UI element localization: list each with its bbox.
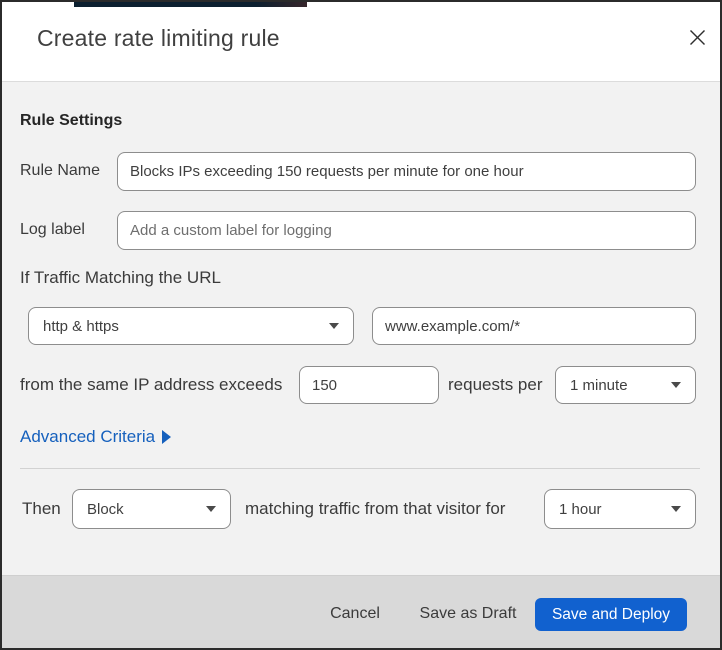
advanced-criteria-link[interactable]: Advanced Criteria [20, 427, 172, 447]
save-and-deploy-button[interactable]: Save and Deploy [535, 598, 687, 631]
duration-selected-value: 1 hour [559, 500, 602, 518]
threshold-suffix-text: requests per [448, 375, 543, 394]
advanced-criteria-label: Advanced Criteria [20, 427, 156, 446]
url-pattern-input[interactable] [372, 307, 696, 345]
then-middle-text: matching traffic from that visitor for [245, 499, 506, 518]
rule-name-label: Rule Name [20, 162, 101, 179]
expand-right-icon [162, 430, 172, 444]
threshold-prefix-text: from the same IP address exceeds [20, 375, 283, 394]
action-selected-value: Block [87, 500, 124, 518]
log-label-input[interactable] [117, 211, 696, 250]
cancel-button[interactable]: Cancel [310, 602, 400, 626]
rule-settings-heading: Rule Settings [20, 112, 123, 129]
chevron-down-icon [206, 506, 216, 512]
scheme-select[interactable]: http & https [28, 307, 354, 345]
duration-select[interactable]: 1 hour [544, 489, 696, 529]
dialog-title: Create rate limiting rule [37, 25, 280, 51]
create-rate-limiting-rule-dialog: Create rate limiting rule Rule Settings … [0, 0, 722, 650]
close-icon[interactable] [683, 23, 711, 51]
section-divider [20, 468, 700, 469]
chevron-down-icon [671, 382, 681, 388]
request-count-input[interactable] [299, 366, 439, 404]
chevron-down-icon [329, 323, 339, 329]
dialog-header: Create rate limiting rule [2, 2, 720, 81]
then-label: Then [22, 499, 61, 518]
chevron-down-icon [671, 506, 681, 512]
rule-name-input[interactable] [117, 152, 696, 191]
background-page-strip [74, 2, 307, 7]
log-label-label: Log label [20, 221, 85, 238]
period-select[interactable]: 1 minute [555, 366, 696, 404]
period-selected-value: 1 minute [570, 376, 628, 394]
action-select[interactable]: Block [72, 489, 231, 529]
scheme-selected-value: http & https [43, 317, 119, 335]
save-as-draft-button[interactable]: Save as Draft [410, 602, 526, 626]
traffic-match-heading: If Traffic Matching the URL [20, 268, 221, 287]
